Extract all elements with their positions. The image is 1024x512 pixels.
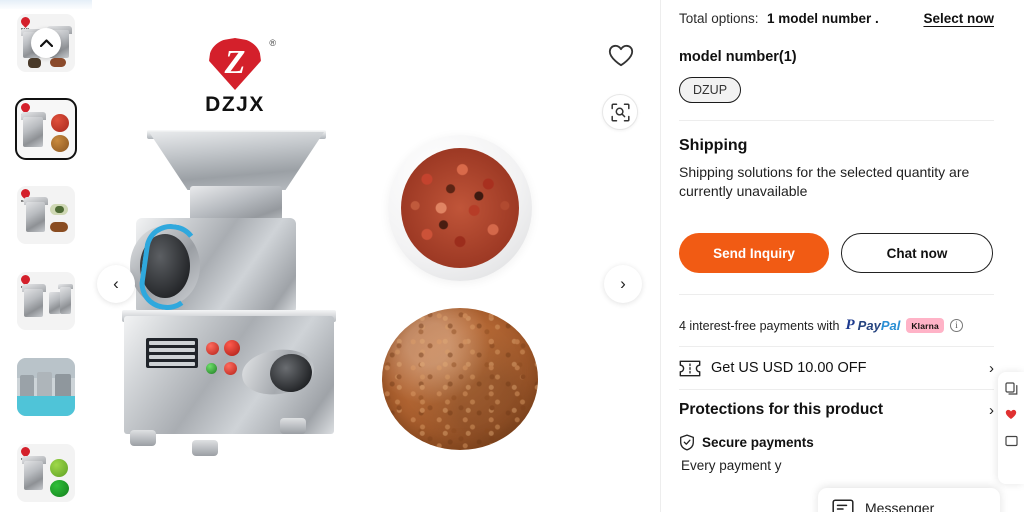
control-panel [146, 338, 198, 368]
thumbnail-rail[interactable]: DZJX DZJX DZJX [0, 14, 92, 512]
shield-check-icon [680, 434, 694, 451]
brand-watermark-icon: DZJX [19, 15, 32, 31]
action-buttons: Send Inquiry Chat now [679, 233, 994, 273]
hopper [149, 132, 324, 190]
copy-icon[interactable] [1004, 381, 1019, 396]
protections-row[interactable]: Protections for this product › [679, 390, 994, 430]
control-button-red [224, 340, 240, 356]
peppercorn-bowl-image [388, 135, 532, 281]
installment-text: 4 interest-free payments with [679, 318, 840, 333]
product-detail-page: DZJX DZJX DZJX [0, 0, 1024, 512]
total-options-label: Total options: [679, 11, 759, 26]
registered-mark: ® [269, 38, 276, 48]
heart-icon [608, 44, 634, 67]
thumbnail-item[interactable]: DZJX [17, 186, 75, 244]
info-icon[interactable]: i [949, 319, 963, 332]
send-inquiry-button[interactable]: Send Inquiry [679, 233, 829, 273]
chat-now-button[interactable]: Chat now [841, 233, 993, 273]
coupon-row[interactable]: Get US USD 10.00 OFF › [679, 347, 994, 389]
image-search-button[interactable] [602, 94, 638, 130]
model-number-title: model number(1) [679, 49, 797, 65]
product-gallery: Z ® DZJX ‹ › [92, 0, 660, 512]
thumbnail-item[interactable]: DZJX [17, 14, 75, 72]
brand-mark-icon: Z [209, 38, 261, 90]
divider [679, 120, 994, 121]
ticket-icon [679, 360, 701, 376]
chevron-right-icon: › [989, 401, 994, 419]
control-button-red [206, 342, 219, 355]
chevron-right-icon: › [620, 274, 626, 293]
chevron-left-icon: ‹ [113, 274, 119, 293]
thumbnail-item[interactable]: DZJX [17, 272, 75, 330]
chevron-right-icon: › [989, 359, 994, 377]
ground-powder-image [382, 308, 538, 450]
brand-name: DZJX [205, 93, 265, 116]
thumbnail-item-selected[interactable]: DZJX [15, 98, 77, 160]
protections-title: Protections for this product [679, 401, 884, 418]
machine-foot [280, 418, 306, 434]
message-icon [832, 499, 854, 512]
paypal-mark-icon: P [845, 317, 855, 333]
thumbnail-scroll-up-button[interactable] [31, 28, 61, 58]
purchase-panel: Total options: 1 model number . Select n… [661, 0, 1024, 512]
select-now-link[interactable]: Select now [923, 11, 994, 26]
klarna-badge[interactable]: Klarna [906, 318, 944, 333]
card-icon[interactable] [1004, 433, 1019, 448]
floating-side-toolbar[interactable] [998, 372, 1024, 484]
model-option-chip[interactable]: DZUP [679, 77, 742, 103]
product-main-image[interactable] [114, 118, 364, 458]
machine-foot [130, 430, 156, 446]
coupon-label: Get US USD 10.00 OFF [711, 360, 867, 376]
installment-payments-row: 4 interest-free payments with P PayPal K… [679, 318, 994, 333]
machine-foot [192, 440, 218, 456]
paypal-wordmark: PayPal [857, 318, 901, 333]
chevron-up-icon [39, 39, 53, 47]
image-search-icon [610, 102, 630, 122]
total-options-row: Total options: 1 model number . Select n… [679, 0, 994, 28]
messenger-label: Messenger [865, 500, 935, 512]
favorite-button[interactable] [608, 44, 634, 70]
secure-payments-text: Every payment y [681, 458, 782, 473]
secure-payments-row: Secure payments [679, 434, 994, 451]
shipping-title: Shipping [679, 137, 748, 154]
gallery-prev-button[interactable]: ‹ [97, 265, 135, 303]
secure-payments-title: Secure payments [702, 435, 814, 450]
control-button-red [224, 362, 237, 375]
gallery-next-button[interactable]: › [604, 265, 642, 303]
divider [679, 294, 994, 295]
thumbnail-item[interactable]: DZJX [17, 444, 75, 502]
favorite-heart-icon[interactable] [1004, 407, 1019, 422]
messenger-widget[interactable]: Messenger [818, 488, 1000, 512]
brand-letter: Z [224, 44, 246, 81]
shipping-text: Shipping solutions for the selected quan… [679, 164, 970, 199]
thumbnail-item[interactable] [17, 358, 75, 416]
control-button-green [206, 363, 217, 374]
paypal-logo[interactable]: P PayPal [846, 318, 901, 333]
total-options-value: 1 model number . [767, 11, 879, 26]
brand-logo: Z ® DZJX [204, 38, 276, 117]
